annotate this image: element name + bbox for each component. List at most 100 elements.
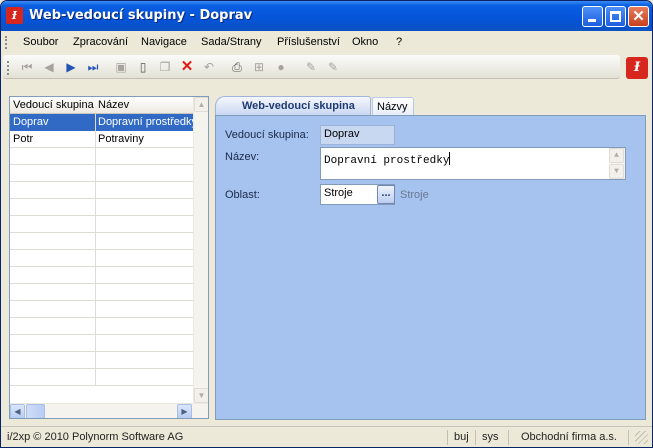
table-row[interactable]: Doprav Dopravní prostředky [10,114,193,131]
resize-grip[interactable] [635,431,648,444]
detail-panel: Vedoucí skupina: Doprav Název: Dopravní … [215,115,646,420]
empty-cell [96,284,193,301]
menu-soubor[interactable]: Soubor [23,36,58,48]
empty-row[interactable] [10,182,193,199]
close-icon: ✕ [632,8,645,25]
empty-cell [96,165,193,182]
menubar-grip[interactable] [5,36,8,49]
empty-row[interactable] [10,284,193,301]
empty-row[interactable] [10,250,193,267]
scroll-thumb[interactable] [26,404,45,418]
grid-rows: Doprav Dopravní prostředky Potr Potravin… [10,114,193,386]
empty-cell [10,335,96,352]
last-record-icon[interactable]: ⏭ [85,59,101,75]
menu-help[interactable]: ? [396,36,402,48]
empty-cell [96,148,193,165]
maximize-icon [610,11,621,22]
minimize-button[interactable] [582,6,603,27]
table-row[interactable]: Potr Potraviny [10,131,193,148]
tab-web-vedouci-skupina[interactable]: Web-vedoucí skupina [215,96,371,116]
empty-cell [96,318,193,335]
new-icon[interactable]: ▯ [135,59,151,75]
cell-code[interactable]: Potr [10,131,96,148]
edit-icon[interactable]: ✎ [303,59,319,75]
print-icon[interactable]: ⎙ [229,59,245,75]
code-field[interactable]: Doprav [320,125,395,145]
undo-icon[interactable]: ↶ [201,59,217,75]
menu-prislusenstvi[interactable]: Příslušenství [277,36,340,48]
grid-header: Vedoucí skupina Název [10,97,193,114]
menu-zpracovani[interactable]: Zpracování [73,36,128,48]
cell-code[interactable]: Doprav [10,114,96,131]
empty-cell [96,301,193,318]
scroll-right-icon[interactable]: ▶ [177,404,192,418]
delete-icon[interactable]: ✕ [179,59,195,75]
empty-row[interactable] [10,352,193,369]
name-field[interactable]: Dopravní prostředky ▲ ▼ [320,147,626,180]
scroll-up-icon[interactable]: ▲ [194,97,208,112]
scroll-up-icon[interactable]: ▲ [609,148,624,163]
scroll-left-icon[interactable]: ◀ [10,404,25,418]
records-grid: Vedoucí skupina Název Doprav Dopravní pr… [9,96,209,419]
toolbar: ⏮ ◀ ▶ ⏭ ▣ ▯ ❐ ✕ ↶ ⎙ ⊞ ● ✎ ✎ [1,54,652,82]
area-lookup-button[interactable]: ... [377,185,395,204]
grid-horizontal-scrollbar[interactable]: ◀ ▶ [10,403,208,418]
empty-row[interactable] [10,216,193,233]
empty-cell [10,284,96,301]
empty-cell [96,216,193,233]
status-language: buj [454,431,469,443]
edit-alt-icon[interactable]: ✎ [325,59,341,75]
tree-icon[interactable]: ⊞ [251,59,267,75]
empty-cell [10,301,96,318]
empty-row[interactable] [10,199,193,216]
menu-sada-strany[interactable]: Sada/Strany [201,36,262,48]
column-header-code[interactable]: Vedoucí skupina [13,99,94,111]
next-record-icon[interactable]: ▶ [63,59,79,75]
main-window: Ɨ Web-vedoucí skupiny - Doprav ✕ Soubor … [0,0,653,448]
name-field-scrollbar[interactable]: ▲ ▼ [609,148,625,179]
title-bar[interactable]: Ɨ Web-vedoucí skupiny - Doprav ✕ [1,1,652,31]
empty-cell [10,352,96,369]
empty-cell [96,369,193,386]
column-header-name[interactable]: Název [98,99,129,111]
empty-row[interactable] [10,318,193,335]
empty-row[interactable] [10,267,193,284]
empty-row[interactable] [10,148,193,165]
menu-okno[interactable]: Okno [352,36,378,48]
pn-logo-icon[interactable]: Ɨ [6,7,23,24]
grid-vertical-scrollbar[interactable]: ▲ ▼ [193,97,208,403]
window-title: Web-vedoucí skupiny - Doprav [29,8,253,23]
prev-record-icon[interactable]: ◀ [41,59,57,75]
tab-nazvy[interactable]: Názvy [372,97,414,116]
cell-name[interactable]: Potraviny [96,131,193,148]
refresh-icon[interactable]: ● [273,59,289,75]
name-value: Dopravní prostředky [324,155,450,167]
scroll-down-icon[interactable]: ▼ [194,388,208,403]
minimize-icon [588,19,596,22]
close-button[interactable]: ✕ [628,6,649,27]
toolbar-grip[interactable] [7,61,10,75]
empty-cell [10,199,96,216]
copy-icon[interactable]: ❐ [157,59,173,75]
empty-row[interactable] [10,233,193,250]
empty-row[interactable] [10,301,193,318]
area-value: Stroje [324,187,353,199]
empty-cell [96,182,193,199]
code-label: Vedoucí skupina: [225,129,309,141]
empty-row[interactable] [10,369,193,386]
save-icon[interactable]: ▣ [113,59,129,75]
empty-cell [10,216,96,233]
status-bar: i/2xp © 2010 Polynorm Software AG buj sy… [1,426,652,447]
empty-cell [10,233,96,250]
maximize-button[interactable] [605,6,626,27]
status-divider [475,430,476,445]
empty-cell [96,250,193,267]
empty-cell [96,233,193,250]
empty-row[interactable] [10,335,193,352]
scroll-down-icon[interactable]: ▼ [609,164,624,179]
empty-row[interactable] [10,165,193,182]
cell-name[interactable]: Dopravní prostředky [96,114,193,131]
brand-logo-icon: Ɨ [626,57,648,79]
first-record-icon[interactable]: ⏮ [19,59,35,75]
menu-navigace[interactable]: Navigace [141,36,187,48]
